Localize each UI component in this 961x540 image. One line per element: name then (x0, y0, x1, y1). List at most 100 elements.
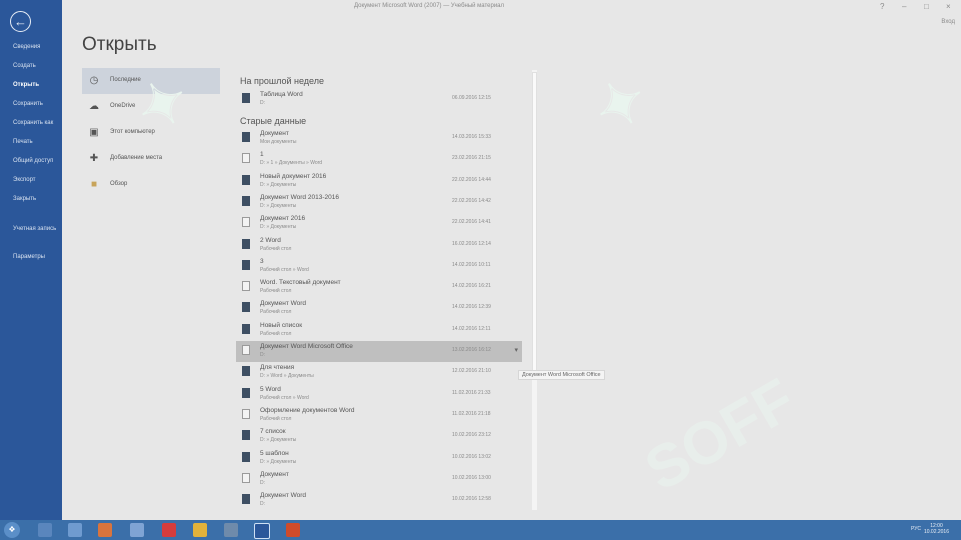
nav-item-options[interactable]: Параметры (13, 254, 45, 260)
file-row[interactable]: 5 Word Рабочий стол » Word 11.02.2016 21:3… (236, 384, 522, 405)
place-label: Последние (110, 77, 141, 83)
file-date: 11.02.2016 21:33 (452, 389, 491, 396)
file-name: Таблица Word (260, 91, 303, 98)
nav-item-close[interactable]: Закрыть (13, 196, 36, 202)
minimize-icon[interactable]: – (902, 2, 906, 11)
cloud-icon: ☁ (89, 101, 99, 112)
word-file-icon (242, 281, 250, 292)
nav-item-save[interactable]: Сохранить (13, 101, 43, 107)
file-date: 06.09.2016 12:15 (452, 95, 491, 101)
word-file-icon (242, 408, 250, 419)
file-row[interactable]: Оформление документов Word Рабочий стол 11… (236, 405, 522, 426)
nav-item-save-as[interactable]: Сохранить как (13, 120, 53, 126)
file-row[interactable]: Для чтения D: » Word » Документы 12.02.201… (236, 362, 522, 383)
section-older: Старые данные (240, 116, 307, 126)
explorer-taskbar-icon[interactable] (38, 523, 52, 537)
file-path: D: » Документы (260, 224, 297, 231)
word-file-icon (242, 195, 250, 206)
place-recent[interactable]: ◷ Последние (82, 68, 220, 94)
file-row[interactable]: Таблица Word D: 06.09.2016 12:15 (236, 89, 522, 110)
computer-icon: ▣ (89, 127, 99, 138)
file-row[interactable]: Новый список Рабочий стол 14.02.2016 12:11 (236, 320, 522, 341)
row-menu-icon[interactable]: ▾ (514, 346, 518, 354)
file-row[interactable]: 3 Рабочий стол » Word 14.02.2016 10:11 (236, 256, 522, 277)
browser-taskbar-icon[interactable] (193, 523, 207, 537)
yandex-taskbar-icon[interactable] (162, 523, 176, 537)
word-file-icon (242, 430, 250, 441)
place-this-pc[interactable]: ▣ Этот компьютер (82, 120, 220, 146)
scrollbar-thumb[interactable] (532, 72, 537, 372)
file-date: 22.02.2016 14:41 (452, 219, 491, 226)
sign-in-link[interactable]: Вход (941, 19, 955, 25)
place-add-place[interactable]: ✚ Добавление места (82, 146, 220, 172)
file-name: Документ (260, 470, 289, 478)
file-date: 14.02.2016 12:39 (452, 304, 491, 311)
file-row[interactable]: Документ Word 2013-2016 D: » Документы 22.… (236, 192, 522, 213)
nav-item-export[interactable]: Экспорт (13, 177, 36, 183)
file-name: 5 Word (260, 385, 281, 393)
file-row[interactable]: 1 D: » 1 » Документы » Word 23.02.2016 21:… (236, 149, 522, 170)
file-row[interactable]: 5 шаблон D: » Документы 10.02.2016 13:02 (236, 448, 522, 469)
place-onedrive[interactable]: ☁ OneDrive (82, 94, 220, 120)
word-file-icon (242, 451, 250, 462)
maximize-icon[interactable]: □ (924, 2, 929, 11)
file-name: 2 Word (260, 236, 281, 244)
file-name: Новый документ 2016 (260, 172, 327, 180)
file-path: Рабочий стол (260, 309, 292, 316)
backstage-nav: ← Сведения Создать Открыть Сохранить Сох… (0, 0, 62, 520)
start-button-icon[interactable]: ❖ (4, 522, 20, 538)
word-taskbar-icon[interactable] (254, 523, 270, 539)
taskbar: ❖ РУС 12:00 10.02.2016 (0, 520, 961, 540)
file-name: 5 шаблон (260, 449, 289, 457)
clock-icon: ◷ (89, 75, 99, 86)
powerpoint-taskbar-icon[interactable] (286, 523, 300, 537)
nav-item-info[interactable]: Сведения (13, 44, 40, 50)
folder-taskbar-icon[interactable] (68, 523, 82, 537)
file-name: 1 (260, 151, 264, 159)
nav-item-account[interactable]: Учетная запись (13, 226, 56, 232)
file-name: Word. Текстовый документ (260, 279, 341, 287)
word-file-icon (242, 174, 250, 185)
file-row[interactable]: Документ Мои документы 14.03.2016 15:33 (236, 128, 522, 149)
file-row[interactable]: Документ Word Рабочий стол 14.02.2016 12:3… (236, 298, 522, 319)
taskbar-clock[interactable]: 12:00 10.02.2016 (924, 523, 949, 535)
file-name: Документ Word 2013-2016 (260, 193, 339, 201)
file-name: Документ Word Microsoft Office (260, 343, 353, 350)
app-taskbar-icon[interactable] (130, 523, 144, 537)
file-name: Оформление документов Word (260, 406, 355, 414)
back-arrow-icon[interactable]: ← (10, 11, 31, 32)
file-name: Документ (260, 130, 289, 137)
word-file-icon (242, 345, 250, 355)
nav-item-print[interactable]: Печать (13, 139, 33, 145)
firefox-taskbar-icon[interactable] (98, 523, 112, 537)
file-row[interactable]: Документ Word D: 10.02.2016 12:58 (236, 490, 522, 511)
place-browse[interactable]: ■ Обзор (82, 172, 220, 198)
help-icon[interactable]: ? (880, 2, 884, 11)
file-row[interactable]: 7 список D: » Документы 10.02.2016 23:12 (236, 426, 522, 447)
file-row[interactable]: Документ Word Microsoft Office D: 13.02.20… (236, 341, 522, 362)
title-bar: Документ Microsoft Word (2007) — Учебный… (62, 0, 961, 14)
nav-item-share[interactable]: Общий доступ (13, 158, 53, 164)
file-date: 14.02.2016 16:21 (452, 283, 491, 290)
window-title: Документ Microsoft Word (2007) — Учебный… (354, 3, 505, 9)
close-icon[interactable]: × (946, 2, 951, 11)
file-path: Рабочий стол (260, 245, 292, 252)
file-row[interactable]: Документ D: 10.02.2016 13:00 (236, 469, 522, 490)
nav-item-new[interactable]: Создать (13, 63, 36, 69)
scrollbar[interactable] (532, 70, 537, 510)
file-row[interactable]: Новый документ 2016 D: » Документы 22.02.2… (236, 171, 522, 192)
file-date: 10.02.2016 13:02 (452, 453, 491, 460)
file-name: Документ Word (260, 300, 307, 308)
image-taskbar-icon[interactable] (224, 523, 238, 537)
file-row[interactable]: Word. Текстовый документ Рабочий стол 14.0… (236, 277, 522, 298)
word-file-icon (242, 132, 250, 142)
file-date: 13.02.2016 16:12 (452, 347, 491, 353)
word-file-icon (242, 302, 250, 313)
tray-language[interactable]: РУС (911, 526, 921, 532)
file-path: D: » Документы (260, 202, 297, 209)
nav-item-open[interactable]: Открыть (13, 82, 39, 88)
file-row[interactable]: Документ 2016 D: » Документы 22.02.2016 14… (236, 213, 522, 234)
file-row[interactable]: 2 Word Рабочий стол 16.02.2016 12:14 (236, 235, 522, 256)
file-date: 16.02.2016 12:14 (452, 240, 491, 247)
word-file-icon (242, 472, 250, 483)
